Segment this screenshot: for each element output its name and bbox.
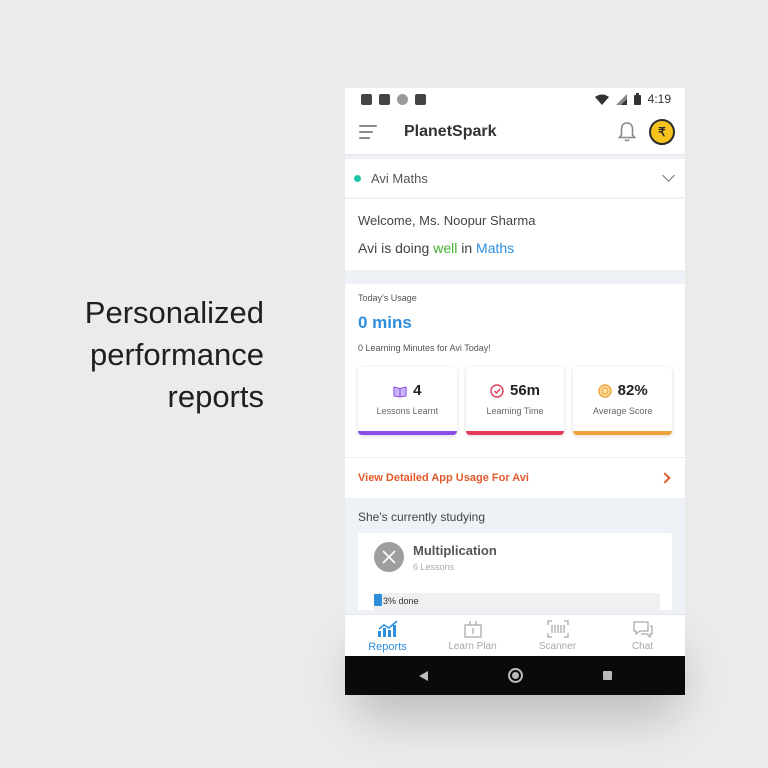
signal-icon	[615, 93, 627, 105]
nav-label: Scanner	[538, 641, 577, 652]
selector-label: Avi Maths	[371, 170, 428, 186]
a-icon	[379, 93, 390, 105]
book-icon	[393, 385, 407, 398]
coin-symbol: ₹	[658, 125, 666, 139]
stat-value: 56m	[509, 382, 541, 399]
nav-label: Reports	[368, 640, 407, 653]
app-bar: PlanetSpark ₹	[345, 110, 685, 155]
stat-cards: 4 Lessons Learnt 56m Learning Time 82% A…	[358, 367, 673, 435]
summary-prefix: Avi is doing	[358, 240, 434, 256]
recent-apps-icon[interactable]	[602, 671, 612, 680]
promo-line: reports	[167, 379, 264, 414]
coin-icon[interactable]: ₹	[649, 119, 675, 145]
active-dot	[354, 174, 361, 182]
settings-icon	[361, 93, 372, 105]
stat-value: 4	[413, 382, 422, 399]
progress-fill	[374, 594, 382, 606]
back-icon[interactable]	[418, 670, 428, 681]
wifi-icon	[594, 94, 609, 105]
nav-reports[interactable]: Reports	[345, 615, 430, 657]
promo-line: performance	[89, 337, 264, 372]
home-icon[interactable]	[507, 668, 523, 683]
stat-card-time[interactable]: 56m Learning Time	[465, 367, 565, 435]
status-time: 4:19	[647, 92, 671, 106]
summary-mid: in	[457, 240, 477, 256]
sd-card-icon	[415, 93, 426, 105]
stat-label: Learning Time	[486, 406, 544, 416]
bottom-navigation: Reports Learn Plan Scanner Chat	[345, 614, 685, 657]
stat-label: Lessons Learnt	[376, 406, 439, 416]
nav-label: Chat	[631, 641, 654, 652]
course-progress-bar: 3% done	[374, 593, 660, 610]
system-navigation-bar	[345, 656, 685, 695]
usage-subtext: 0 Learning Minutes for Avi Today!	[358, 343, 491, 353]
learn-plan-icon	[463, 621, 482, 638]
menu-icon[interactable]	[359, 125, 377, 139]
course-card[interactable]: Multiplication 6 Lessons 3% done	[358, 533, 672, 610]
chevron-down-icon	[662, 169, 675, 182]
detail-link-label: View Detailed App Usage For Avi	[358, 472, 529, 484]
child-subject-selector[interactable]: Avi Maths	[345, 159, 685, 197]
currently-studying-section: She's currently studying Multiplication …	[345, 498, 685, 610]
stat-label: Average Score	[592, 406, 653, 416]
promo-line: Personalized	[84, 295, 264, 330]
nav-chat[interactable]: Chat	[600, 615, 685, 657]
bell-icon[interactable]	[615, 120, 639, 144]
stat-card-lessons[interactable]: 4 Lessons Learnt	[358, 367, 457, 435]
stat-card-score[interactable]: 82% Average Score	[573, 367, 673, 435]
performance-summary: Avi is doing well in Maths	[358, 240, 672, 256]
close-icon	[374, 542, 404, 572]
scanner-icon	[546, 620, 569, 638]
usage-value: 0 mins	[358, 313, 412, 332]
nav-label: Learn Plan	[448, 641, 497, 652]
stat-value: 82%	[617, 382, 648, 399]
phone-screen: 4:19 PlanetSpark ₹ Avi Maths Welcome, Ms…	[345, 88, 685, 695]
view-detailed-usage-link[interactable]: View Detailed App Usage For Avi	[345, 457, 685, 498]
battery-icon	[633, 93, 641, 105]
performance-word: well	[433, 240, 458, 256]
promo-text: Personalized performance reports	[85, 292, 264, 418]
welcome-section: Welcome, Ms. Noopur Sharma Avi is doing …	[345, 199, 685, 270]
subject-word: Maths	[476, 240, 515, 256]
status-bar: 4:19	[345, 88, 685, 110]
usage-label: Today's Usage	[358, 293, 417, 303]
nav-learn-plan[interactable]: Learn Plan	[430, 615, 515, 657]
course-lesson-count: 6 Lessons	[413, 562, 455, 572]
welcome-greeting: Welcome, Ms. Noopur Sharma	[358, 213, 536, 228]
app-title: PlanetSpark	[404, 123, 497, 140]
medal-icon	[597, 383, 612, 398]
chat-icon	[632, 621, 653, 638]
nav-scanner[interactable]: Scanner	[515, 615, 600, 657]
chevron-right-icon	[659, 472, 671, 484]
usage-section: Today's Usage 0 mins 0 Learning Minutes …	[345, 284, 685, 457]
circle-icon	[397, 93, 408, 105]
course-title: Multiplication	[413, 543, 497, 558]
clock-icon	[490, 383, 504, 398]
studying-heading: She's currently studying	[358, 510, 486, 524]
progress-text: 3% done	[383, 596, 419, 606]
chart-icon	[377, 619, 398, 637]
